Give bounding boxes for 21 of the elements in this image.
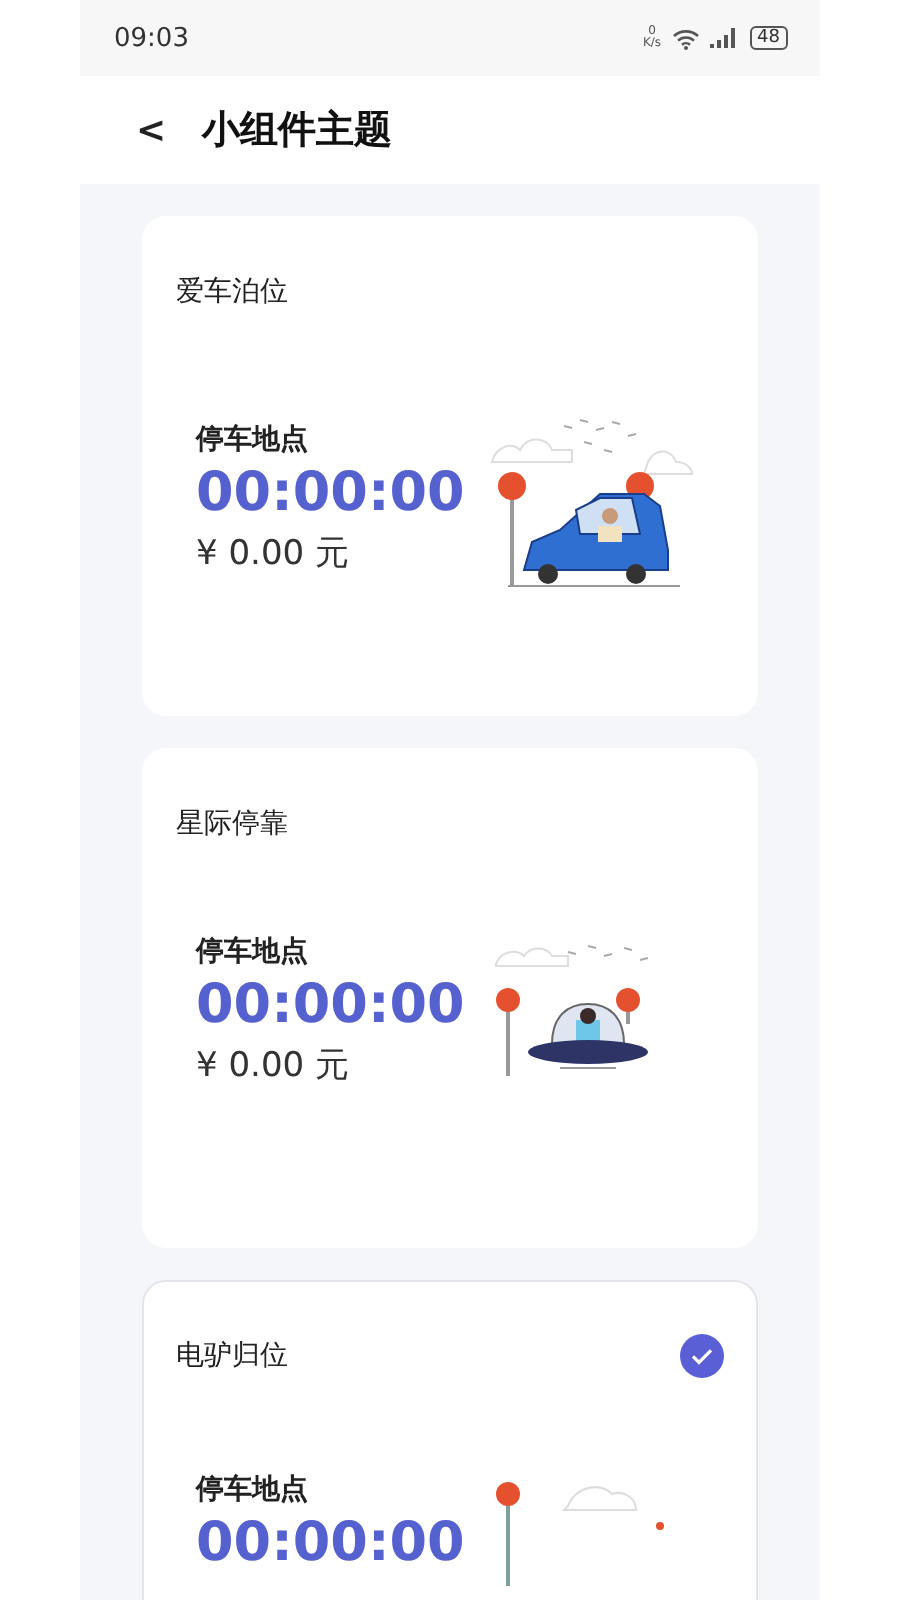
theme-card[interactable]: 电驴归位 停车地点 00:00:00 [142, 1280, 758, 1600]
price: ¥ 0.00 元 [196, 1044, 351, 1088]
theme-card[interactable]: 星际停靠 停车地点 00:00:00 ¥ 0.00 元 [142, 748, 758, 1248]
check-icon [680, 1334, 724, 1378]
theme-card[interactable]: 爱车泊位 停车地点 00:00:00 ¥ 0.00 元 [142, 216, 758, 716]
theme-title: 爱车泊位 [176, 274, 288, 310]
page-title: 小组件主题 [202, 106, 393, 156]
signal-icon [709, 28, 740, 48]
parking-location-label: 停车地点 [196, 1472, 310, 1508]
theme-title: 电驴归位 [176, 1338, 288, 1374]
parking-location-label: 停车地点 [196, 934, 310, 970]
status-time: 09:03 [114, 23, 189, 53]
timer: 00:00:00 [196, 1510, 465, 1578]
theme-title: 星际停靠 [176, 806, 288, 842]
parking-location-label: 停车地点 [196, 421, 310, 457]
price: ¥ 0.00 元 [196, 531, 351, 575]
wifi-icon [671, 27, 700, 49]
back-button[interactable]: < [128, 109, 175, 151]
battery-indicator: 48 [749, 26, 788, 50]
timer: 00:00:00 [196, 972, 465, 1040]
timer: 00:00:00 [196, 459, 465, 527]
